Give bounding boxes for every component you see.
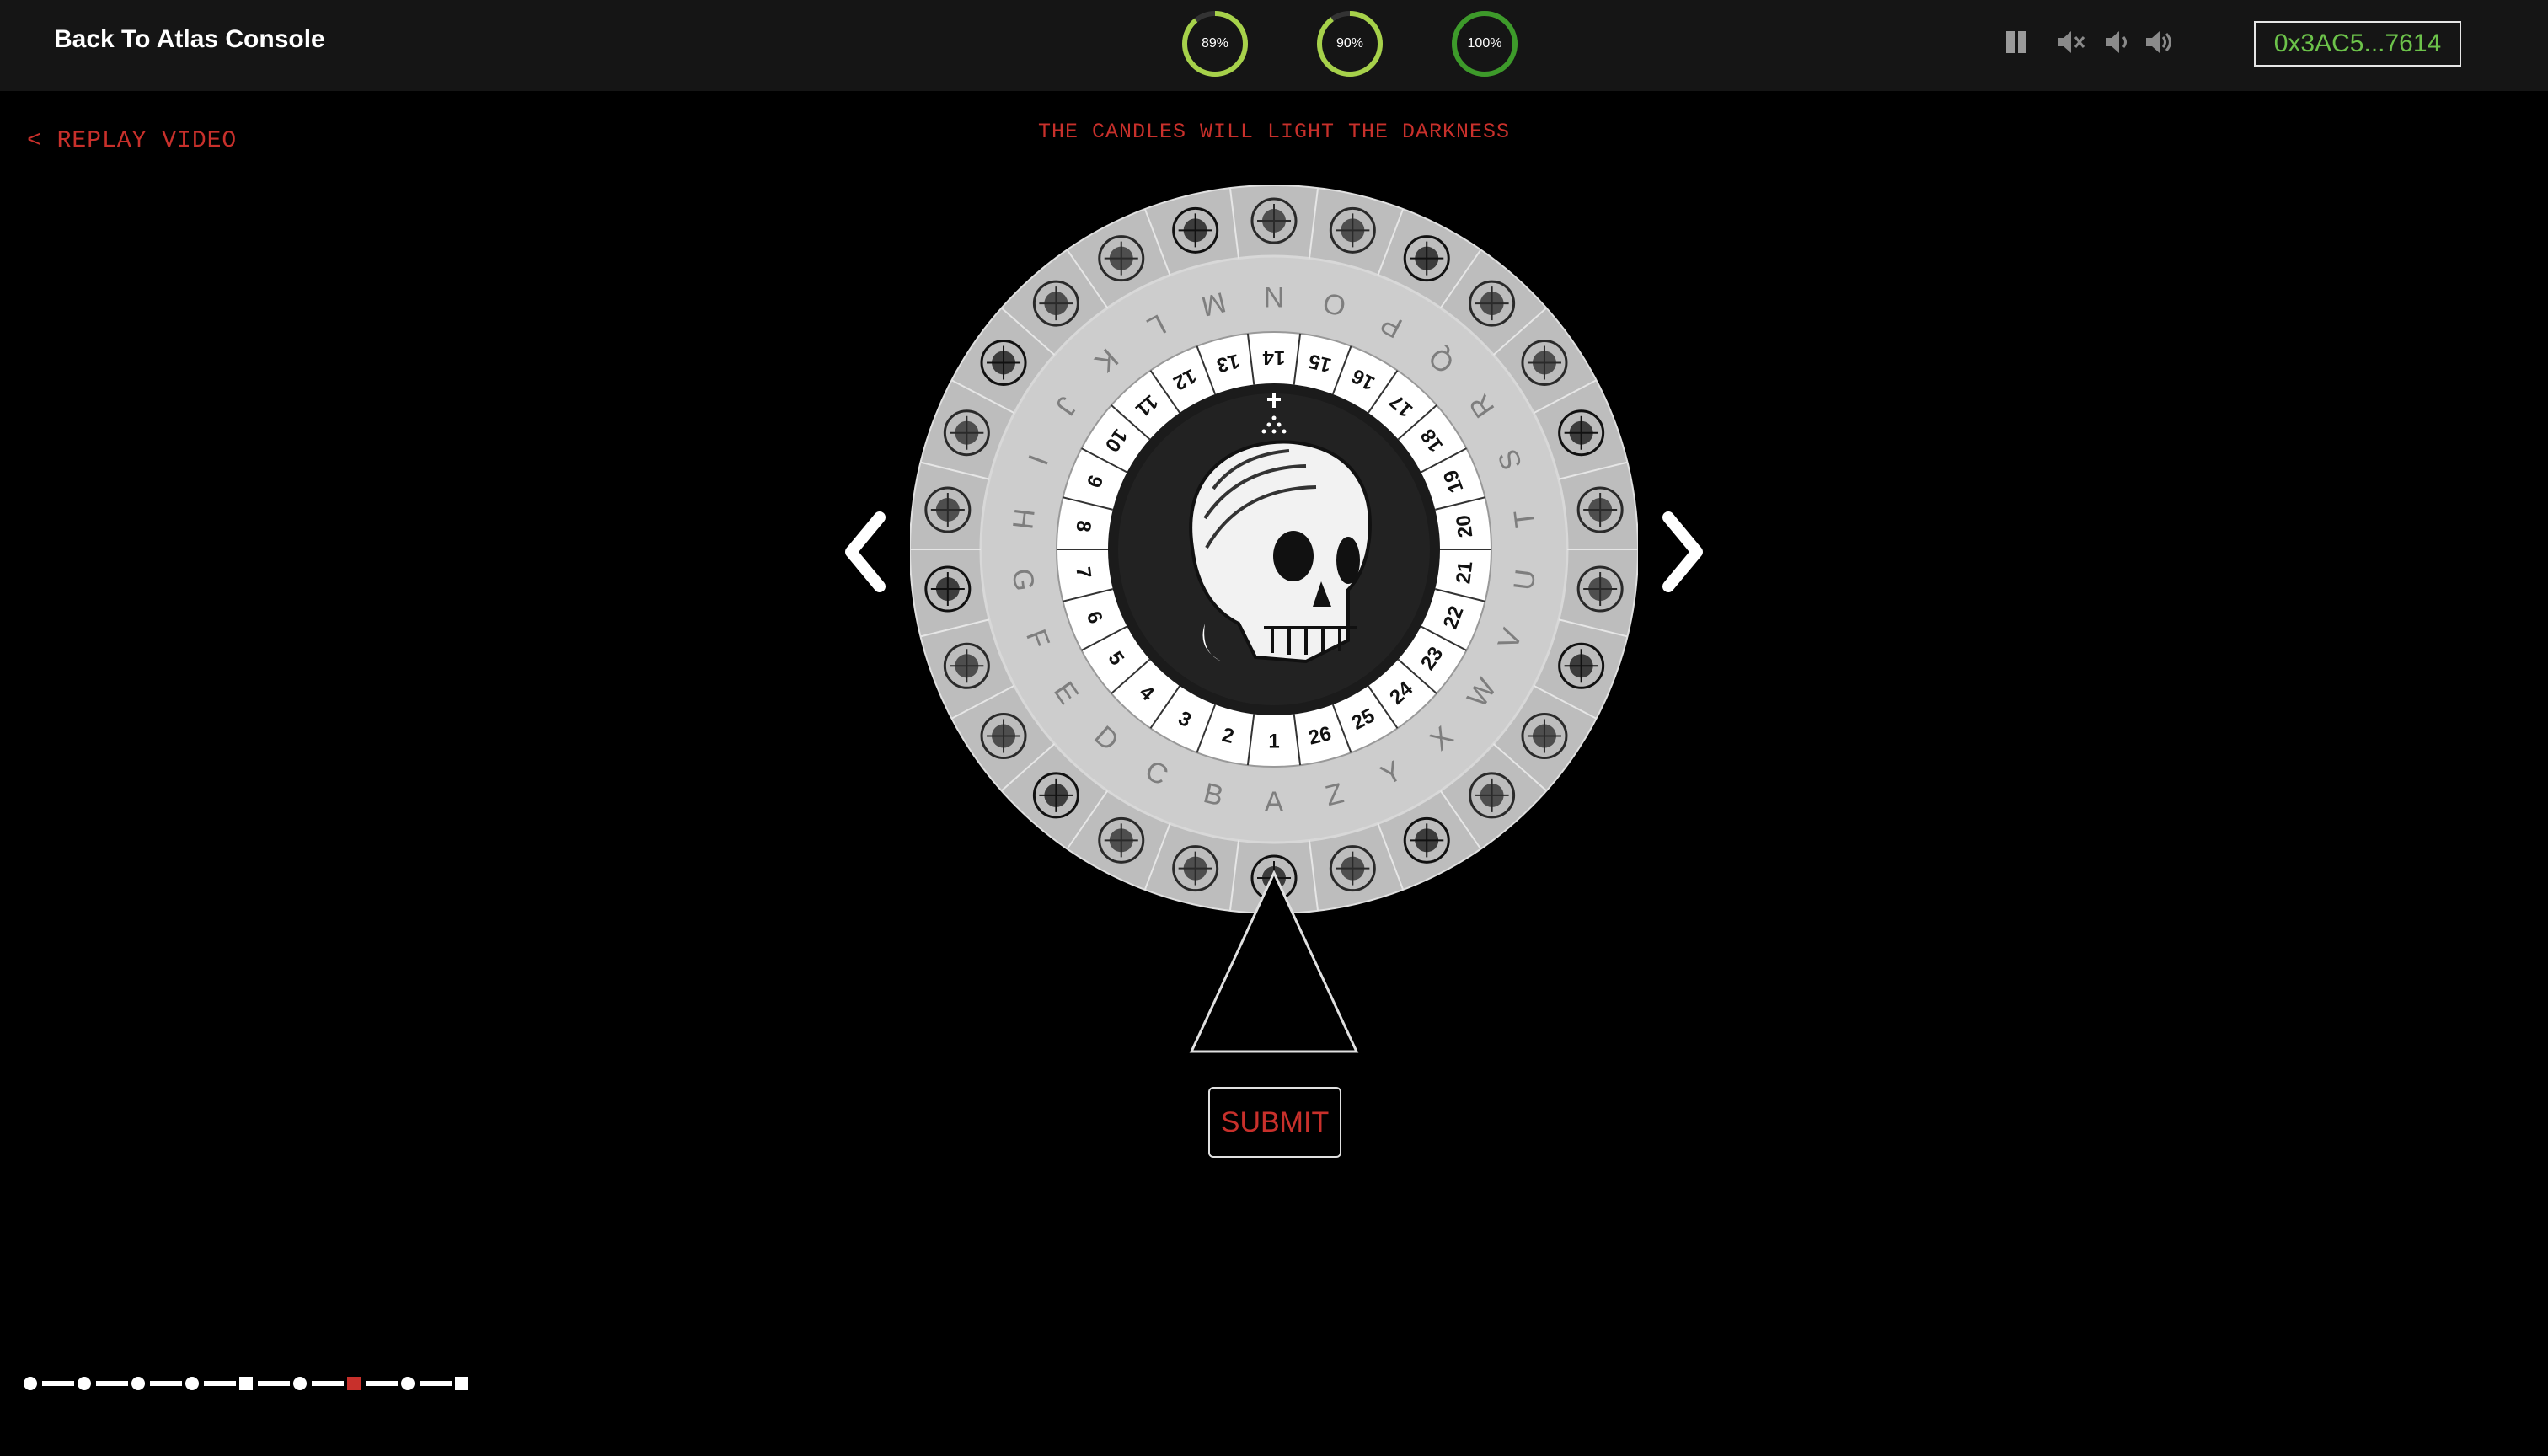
step-dot	[24, 1377, 37, 1390]
wheel-number: 21	[1452, 560, 1477, 586]
submit-button[interactable]: SUBMIT	[1208, 1087, 1341, 1158]
icosahedron-symbol	[980, 713, 1027, 760]
step-dash	[420, 1381, 452, 1386]
wheel-letter: A	[1265, 786, 1284, 818]
step-dot	[131, 1377, 145, 1390]
pause-icon	[2006, 31, 2026, 53]
chevron-right-icon	[1662, 511, 1703, 592]
step-dash	[366, 1381, 398, 1386]
step-dash	[42, 1381, 74, 1386]
triangle-sun-symbol	[1098, 235, 1145, 282]
previous-arrow-button[interactable]	[836, 506, 895, 598]
skull-emblem	[1118, 393, 1430, 705]
step-dot	[78, 1377, 91, 1390]
step-dash	[150, 1381, 182, 1386]
meter-label: 89%	[1201, 36, 1229, 51]
droplets-symbol	[1032, 280, 1079, 327]
shell-symbol	[1576, 565, 1624, 613]
puzzle-caption: THE CANDLES WILL LIGHT THE DARKNESS	[1037, 120, 1511, 144]
progress-meter-3: 100%	[1449, 8, 1520, 79]
octahedron-symbol	[1558, 642, 1605, 689]
mute-button[interactable]	[2053, 25, 2087, 63]
back-to-console-link[interactable]: Back To Atlas Console	[54, 25, 325, 54]
volume-low-icon	[2106, 31, 2127, 53]
griffin-symbol	[1469, 772, 1516, 819]
vitruvian-symbol	[1558, 410, 1605, 457]
pointer-triangle	[1189, 870, 1359, 1053]
tree-symbol	[1403, 235, 1450, 282]
volume-low-button[interactable]	[2101, 25, 2135, 63]
pause-button[interactable]	[1999, 25, 2033, 63]
wheel-number: 20	[1452, 514, 1477, 539]
next-arrow-button[interactable]	[1653, 506, 1712, 598]
meter-label: 90%	[1336, 36, 1364, 51]
hand-symbol	[943, 410, 990, 457]
dodecahedron-symbol	[1576, 486, 1624, 533]
top-bar: Back To Atlas Console 89% 90% 100% 0x3AC…	[0, 0, 2548, 91]
key-symbol	[924, 486, 972, 533]
mute-icon	[2058, 31, 2085, 53]
wheel-letter: N	[1264, 281, 1285, 313]
step-square-active	[347, 1377, 361, 1390]
cipher-wheel[interactable]: ABCDEFGHIJKLM N OPQRSTUVWXYZ 1234567891011…	[910, 185, 1638, 913]
step-dash	[258, 1381, 290, 1386]
globe-symbol	[1250, 197, 1298, 244]
meter-label: 100%	[1467, 36, 1502, 51]
wallet-address-button[interactable]: 0x3AC5...7614	[2254, 21, 2461, 67]
wheel-number: 14	[1262, 346, 1285, 369]
molecule-symbol	[1032, 772, 1079, 819]
wheel-number: 1	[1268, 731, 1279, 753]
wheel-letter: U	[1507, 568, 1542, 592]
coral-symbol	[1403, 816, 1450, 864]
step-dash	[312, 1381, 344, 1386]
step-dot	[185, 1377, 199, 1390]
step-dot	[401, 1377, 415, 1390]
serpent-symbol	[1098, 816, 1145, 864]
chevron-left-icon	[845, 511, 886, 592]
sphere-symbol	[1521, 713, 1568, 760]
flower-of-life-symbol	[1172, 206, 1219, 254]
atom-symbol	[1469, 280, 1516, 327]
scorpion-symbol	[980, 339, 1027, 386]
brain-symbol	[924, 565, 972, 613]
volume-high-icon	[2146, 31, 2171, 53]
volume-high-button[interactable]	[2142, 25, 2176, 63]
step-dot	[293, 1377, 307, 1390]
step-square	[455, 1377, 468, 1390]
step-square	[239, 1377, 253, 1390]
step-dash	[204, 1381, 236, 1386]
step-dash	[96, 1381, 128, 1386]
wheel-letter: G	[1006, 567, 1041, 593]
jellyfish-symbol	[943, 642, 990, 689]
progress-meter-1: 89%	[1180, 8, 1250, 79]
step-progress-indicator	[24, 1377, 468, 1390]
pyramid-symbol	[1521, 339, 1568, 386]
wheel-letter: H	[1006, 506, 1041, 531]
airplane-symbol	[1329, 206, 1376, 254]
progress-meter-2: 90%	[1314, 8, 1385, 79]
